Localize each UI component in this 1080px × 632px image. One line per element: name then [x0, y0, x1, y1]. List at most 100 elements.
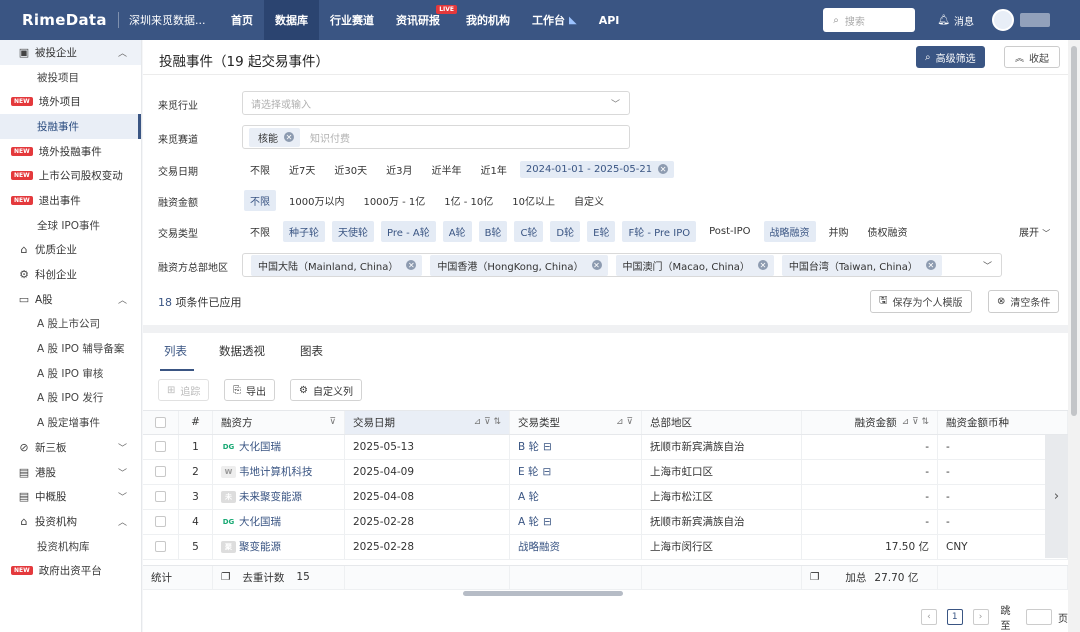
nav-home[interactable]: 首页	[220, 0, 264, 40]
scroll-right-button[interactable]: ›	[1045, 435, 1068, 558]
header-amount[interactable]: 融资金额 ⊿ ⊽ ⇅	[802, 411, 938, 434]
sidebar-item-investor-db[interactable]: 投资机构库	[0, 534, 141, 559]
sidebar-item-overseas-projects[interactable]: NEW 境外项目	[0, 89, 141, 114]
export-button[interactable]: ⎘ 导出	[224, 379, 275, 401]
filter-icon[interactable]: ⊽	[329, 417, 336, 427]
row-checkbox-cell[interactable]	[143, 485, 179, 509]
remove-tag-icon[interactable]: ✕	[284, 132, 294, 142]
tab-list[interactable]: 列表	[164, 343, 187, 359]
sidebar-item-a-placement[interactable]: A 股定增事件	[0, 410, 141, 435]
remove-tag-icon[interactable]: ✕	[658, 164, 669, 174]
type-option[interactable]: D轮	[550, 220, 581, 242]
checkbox[interactable]	[155, 466, 166, 478]
checkbox[interactable]	[155, 416, 166, 428]
table-row[interactable]: 2 W 韦地计算机科技 2025-04-09 E 轮 ⊟ 上海市虹口区 - -	[143, 460, 1068, 485]
global-search-input[interactable]: ⌕ 搜索	[823, 8, 916, 32]
table-row[interactable]: 4 DG 大化国瑞 2025-02-28 A 轮 ⊟ 抚顺市新宾满族自治 - -	[143, 510, 1068, 535]
type-option[interactable]: 不限	[244, 221, 276, 242]
doc-icon[interactable]: ⊟	[543, 516, 552, 528]
table-row[interactable]: 5 聚聚变能源 2025-02-28 战略融资 上海市闵行区 17.50 亿 C…	[143, 535, 1068, 560]
remove-tag-icon[interactable]: ✕	[591, 260, 602, 270]
sidebar-item-exit-events[interactable]: NEW 退出事件	[0, 188, 141, 213]
company-cell[interactable]: DG 大化国瑞	[213, 510, 345, 534]
nav-workbench[interactable]: 工作台 ◣	[521, 0, 588, 40]
date-range-selected[interactable]: 2024-01-01 - 2025-05-21 ✕	[519, 160, 675, 178]
save-template-button[interactable]: 🖫︎ 保存为个人模版	[870, 290, 972, 313]
sidebar-item-gov-platform[interactable]: NEW 政府出资平台	[0, 558, 141, 583]
company-name-link[interactable]: 聚变能源	[239, 539, 281, 554]
checkbox[interactable]	[155, 516, 166, 528]
prev-page-button[interactable]: ‹	[921, 609, 937, 625]
type-option[interactable]: 债权融资	[862, 221, 914, 242]
company-name-link[interactable]: 韦地计算机科技	[239, 464, 313, 479]
copy-icon[interactable]: ❐	[221, 571, 230, 583]
type-option[interactable]: 天使轮	[332, 220, 374, 242]
sidebar-item-a-ipo-review[interactable]: A 股 IPO 审核	[0, 361, 141, 386]
type-option[interactable]: E轮	[587, 220, 616, 242]
tab-pivot[interactable]: 数据透视	[219, 343, 265, 359]
sidebar-item-invested-projects[interactable]: 被投项目	[0, 65, 141, 90]
header-type[interactable]: 交易类型 ⊿ ⊽	[510, 411, 642, 434]
table-row[interactable]: 1 DG 大化国瑞 2025-05-13 B 轮 ⊟ 抚顺市新宾满族自治 - -	[143, 435, 1068, 460]
nav-news-research[interactable]: 资讯研报 LIVE	[385, 0, 457, 40]
sidebar-item-neeq[interactable]: ⊘ 新三板 ﹀	[0, 435, 141, 460]
row-checkbox-cell[interactable]	[143, 535, 179, 559]
nav-database[interactable]: 数据库	[264, 0, 319, 40]
nav-my-org[interactable]: 我的机构	[455, 0, 521, 40]
messages-button[interactable]: 🔔︎ 消息	[937, 13, 974, 28]
current-page[interactable]: 1	[946, 609, 963, 625]
company-name-link[interactable]: 大化国瑞	[239, 439, 281, 454]
vertical-scrollbar[interactable]	[1068, 40, 1080, 632]
type-option[interactable]: 种子轮	[283, 220, 325, 242]
sidebar-item-tech-companies[interactable]: ⚙ 科创企业	[0, 262, 141, 287]
track-button[interactable]: ⊞ 追踪	[158, 379, 210, 401]
sidebar-item-hk-stocks[interactable]: ▤ 港股 ﹀	[0, 460, 141, 485]
table-row[interactable]: 3 未未来聚变能源 2025-04-08 A 轮 上海市松江区 - -	[143, 485, 1068, 510]
nav-industry-track[interactable]: 行业赛道	[319, 0, 385, 40]
horizontal-scrollbar[interactable]	[463, 591, 623, 596]
expand-button[interactable]: 展开 ﹀	[1019, 224, 1050, 239]
company-cell[interactable]: DG 大化国瑞	[213, 435, 345, 459]
type-option[interactable]: 战略融资	[763, 220, 816, 242]
sort-filter-icon[interactable]: ⊿ ⊽	[616, 417, 633, 427]
tab-chart[interactable]: 图表	[300, 343, 323, 359]
jump-page-input[interactable]	[1026, 609, 1053, 625]
amount-option[interactable]: 1亿 - 10亿	[438, 190, 499, 211]
copy-icon[interactable]: ❐	[810, 571, 819, 583]
type-option[interactable]: Pre - A轮	[381, 220, 436, 242]
row-checkbox-cell[interactable]	[143, 510, 179, 534]
amount-option[interactable]: 1000万 - 1亿	[357, 190, 431, 211]
sidebar-item-a-shares[interactable]: ▭ A股 ︿	[0, 287, 141, 312]
type-link[interactable]: A 轮	[518, 489, 539, 504]
sidebar-item-global-ipo[interactable]: 全球 IPO事件	[0, 213, 141, 238]
custom-columns-button[interactable]: ⚙ 自定义列	[290, 379, 362, 401]
type-option[interactable]: C轮	[514, 220, 544, 242]
scrollbar-thumb[interactable]	[1071, 46, 1077, 416]
amount-option[interactable]: 10亿以上	[506, 190, 561, 211]
row-checkbox-cell[interactable]	[143, 435, 179, 459]
checkbox[interactable]	[155, 541, 166, 553]
track-tag-input[interactable]: 核能 ✕ 知识付费	[242, 125, 630, 149]
user-avatar[interactable]	[992, 9, 1014, 31]
header-date[interactable]: 交易日期 ⊿ ⊽ ⇅	[345, 411, 510, 434]
sort-filter-icon[interactable]: ⊿ ⊽ ⇅	[902, 417, 929, 427]
sidebar-item-overseas-financing[interactable]: NEW 境外投融事件	[0, 139, 141, 164]
company-name-link[interactable]: 大化国瑞	[239, 514, 281, 529]
header-company[interactable]: 融资方 ⊽	[213, 411, 345, 434]
type-link[interactable]: A 轮	[518, 514, 539, 529]
type-option[interactable]: F轮 - Pre IPO	[622, 220, 697, 242]
sidebar-item-financing-events[interactable]: 投融事件	[0, 114, 141, 139]
doc-icon[interactable]: ⊟	[542, 466, 551, 478]
amount-option[interactable]: 不限	[244, 189, 276, 211]
checkbox[interactable]	[155, 491, 166, 503]
doc-icon[interactable]: ⊟	[543, 441, 552, 453]
date-option[interactable]: 近30天	[328, 159, 373, 180]
company-name-link[interactable]: 未来聚变能源	[239, 489, 302, 504]
collapse-button[interactable]: ︽ 收起	[1004, 46, 1061, 68]
sidebar-item-china-concept[interactable]: ▤ 中概股 ﹀	[0, 484, 141, 509]
sidebar-item-invested-companies[interactable]: ▣ 被投企业 ︿	[0, 40, 141, 65]
sidebar-item-listed-equity-change[interactable]: NEW 上市公司股权变动	[0, 163, 141, 188]
sidebar-item-a-listed[interactable]: A 股上市公司	[0, 312, 141, 337]
row-checkbox-cell[interactable]	[143, 460, 179, 484]
date-option[interactable]: 近1年	[474, 159, 512, 180]
